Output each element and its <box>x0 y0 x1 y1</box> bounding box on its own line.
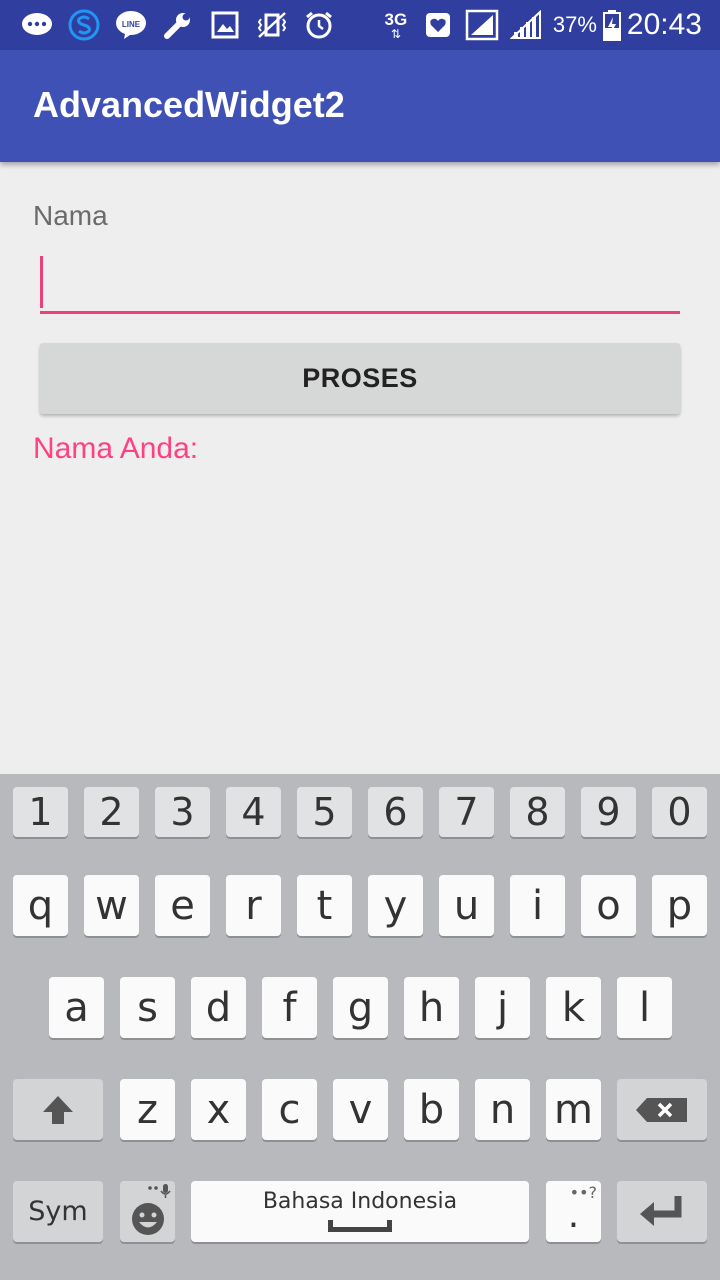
shift-key[interactable] <box>13 1079 103 1140</box>
app-title: AdvancedWidget2 <box>33 84 345 125</box>
key-r[interactable]: r <box>226 875 281 936</box>
key-5[interactable]: 5 <box>297 787 352 837</box>
key-k[interactable]: k <box>546 977 601 1038</box>
enter-icon <box>640 1195 682 1226</box>
signal-icon <box>465 8 499 42</box>
s-icon <box>67 8 101 42</box>
proses-button[interactable]: PROSES <box>40 343 680 414</box>
line-icon: LINE <box>114 8 148 42</box>
shift-icon <box>43 1095 73 1124</box>
app-bar: AdvancedWidget2 <box>0 50 720 162</box>
name-input[interactable] <box>40 252 680 314</box>
status-bar: LINE 3G ⇅ 37% 20:43 <box>0 0 720 50</box>
key-n[interactable]: n <box>475 1079 530 1140</box>
emoji-key[interactable] <box>120 1181 175 1242</box>
battery-percent: 37% <box>552 12 597 37</box>
signal-strength-icon <box>509 8 543 42</box>
space-icon <box>328 1220 392 1232</box>
key-c[interactable]: c <box>262 1079 317 1140</box>
key-v[interactable]: v <box>333 1079 388 1140</box>
key-w[interactable]: w <box>84 875 139 936</box>
key-t[interactable]: t <box>297 875 352 936</box>
soft-keyboard: 1 2 3 4 5 6 7 8 9 0 q w e r t y u i o p … <box>0 774 720 1280</box>
chat-icon <box>20 8 54 42</box>
key-7[interactable]: 7 <box>439 787 494 837</box>
key-z[interactable]: z <box>120 1079 175 1140</box>
key-y[interactable]: y <box>368 875 423 936</box>
key-e[interactable]: e <box>155 875 210 936</box>
key-l[interactable]: l <box>617 977 672 1038</box>
key-g[interactable]: g <box>333 977 388 1038</box>
key-f[interactable]: f <box>262 977 317 1038</box>
key-6[interactable]: 6 <box>368 787 423 837</box>
key-a[interactable]: a <box>49 977 104 1038</box>
backspace-icon <box>636 1097 687 1122</box>
key-s[interactable]: s <box>120 977 175 1038</box>
space-key-label: Bahasa Indonesia <box>262 1189 458 1214</box>
key-i[interactable]: i <box>510 875 565 936</box>
key-m[interactable]: m <box>546 1079 601 1140</box>
key-9[interactable]: 9 <box>581 787 636 837</box>
key-h[interactable]: h <box>404 977 459 1038</box>
key-b[interactable]: b <box>404 1079 459 1140</box>
key-4[interactable]: 4 <box>226 787 281 837</box>
emoji-icon <box>131 1183 171 1235</box>
alarm-icon <box>302 8 336 42</box>
system-icons: 3G ⇅ 37% 20:43 <box>381 8 702 42</box>
key-d[interactable]: d <box>191 977 246 1038</box>
wrench-icon <box>161 8 195 42</box>
network-type: 3G <box>384 9 408 29</box>
key-3[interactable]: 3 <box>155 787 210 837</box>
key-q[interactable]: q <box>13 875 68 936</box>
key-2[interactable]: 2 <box>84 787 139 837</box>
svg-text:LINE: LINE <box>122 20 141 29</box>
key-1[interactable]: 1 <box>13 787 68 837</box>
period-key[interactable]: ••? . <box>546 1181 601 1242</box>
period-key-hint: ••? <box>569 1183 597 1202</box>
clock: 20:43 <box>626 8 702 41</box>
key-0[interactable]: 0 <box>652 787 707 837</box>
network-3g-icon: 3G ⇅ <box>384 9 408 41</box>
enter-key[interactable] <box>617 1181 707 1242</box>
key-o[interactable]: o <box>581 875 636 936</box>
space-key[interactable]: Bahasa Indonesia <box>191 1181 529 1242</box>
key-x[interactable]: x <box>191 1079 246 1140</box>
key-8[interactable]: 8 <box>510 787 565 837</box>
vibrate-icon <box>255 8 289 42</box>
backspace-key[interactable] <box>617 1079 707 1140</box>
heart-icon <box>421 8 455 42</box>
key-p[interactable]: p <box>652 875 707 936</box>
image-icon <box>208 8 242 42</box>
text-cursor <box>40 256 43 308</box>
battery-icon <box>602 9 621 41</box>
key-u[interactable]: u <box>439 875 494 936</box>
key-j[interactable]: j <box>475 977 530 1038</box>
name-label: Nama <box>33 200 108 231</box>
result-label: Nama Anda: <box>33 432 199 465</box>
notification-icons: LINE <box>20 8 349 42</box>
sym-key[interactable]: Sym <box>13 1181 103 1242</box>
